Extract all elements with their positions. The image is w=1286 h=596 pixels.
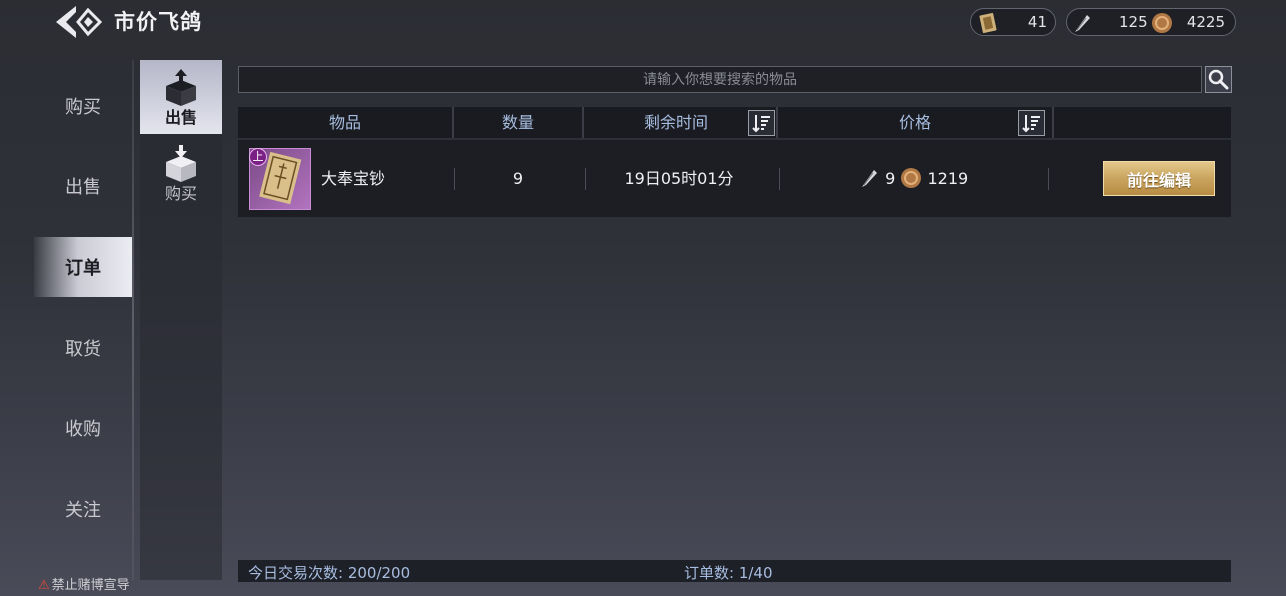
box-down-icon [166, 145, 196, 182]
copper-coin-icon [901, 167, 922, 188]
search-bar [238, 66, 1202, 93]
col-header-price: 价格 [898, 113, 931, 132]
copper-coin-icon [1151, 12, 1173, 34]
subnav-sell-label: 出售 [164, 108, 197, 127]
order-count: 订单数: 1/40 [684, 564, 773, 582]
nav-item-pickup[interactable]: 取货 [34, 318, 132, 378]
currency-ticket: 41 [970, 8, 1056, 36]
col-header-quantity: 数量 [501, 113, 534, 132]
scroll-ticket-icon [977, 12, 999, 34]
listed-tag: 上 [249, 148, 267, 166]
box-up-icon [166, 69, 196, 106]
subnav-sell-orders[interactable]: 出售 [140, 60, 222, 134]
sort-price-button[interactable] [1018, 110, 1045, 136]
item-quantity: 9 [512, 169, 524, 188]
coin-count: 4225 [1186, 13, 1225, 31]
feather-count: 125 [1119, 13, 1148, 31]
warning-icon: ⚠ [38, 578, 50, 593]
table-header: 物品 数量 剩余时间 价格 [238, 107, 1231, 138]
nav-item-sell[interactable]: 出售 [34, 156, 132, 216]
item-thumbnail[interactable]: 上 [249, 148, 311, 210]
ticket-count: 41 [1027, 13, 1047, 31]
col-header-remaining-time: 剩余时间 [643, 113, 708, 132]
item-name: 大奉宝钞 [321, 169, 386, 188]
status-footer: 今日交易次数: 200/200 订单数: 1/40 [238, 560, 1231, 582]
anti-gambling-notice: ⚠ 禁止赌博宣导 [38, 574, 130, 593]
sort-remaining-time-button[interactable] [748, 110, 775, 136]
nav-divider [132, 60, 134, 580]
anti-gambling-text: 禁止赌博宣导 [51, 578, 130, 593]
price-feather-value: 9 [885, 169, 896, 188]
feather-icon [1071, 12, 1093, 34]
nav-item-acquire[interactable]: 收购 [34, 398, 132, 458]
go-edit-button[interactable]: 前往编辑 [1103, 161, 1215, 196]
col-header-item: 物品 [328, 113, 361, 132]
search-input[interactable] [239, 67, 1201, 92]
cell-divider [1048, 168, 1049, 190]
page-title: 市价飞鸽 [114, 9, 202, 34]
subnav-buy-label: 购买 [164, 184, 197, 203]
order-type-panel: 出售 购买 [140, 60, 222, 580]
table-row[interactable]: 上 大奉宝钞 9 19日05时01分 9 1219 前往编辑 [238, 140, 1231, 217]
item-remaining-time: 19日05时01分 [624, 169, 734, 188]
price-coin-value: 1219 [927, 169, 969, 188]
search-icon [1208, 69, 1229, 90]
main-nav: 购买 出售 订单 取货 收购 关注 [34, 60, 134, 580]
item-price: 9 1219 [858, 140, 988, 217]
nav-item-buy[interactable]: 购买 [34, 76, 132, 136]
trades-today-count: 今日交易次数: 200/200 [248, 564, 411, 582]
nav-item-watchlist[interactable]: 关注 [34, 479, 132, 539]
sort-icon [1022, 115, 1040, 133]
cell-divider [779, 168, 780, 190]
nav-item-orders[interactable]: 订单 [34, 237, 132, 297]
top-bar: 市价飞鸽 41 125 4225 [0, 0, 1286, 44]
sort-icon [752, 115, 770, 133]
column-divider [1052, 107, 1054, 138]
search-button[interactable] [1205, 66, 1232, 93]
currency-feather-coin: 125 4225 [1066, 8, 1236, 36]
subnav-buy-orders[interactable]: 购买 [140, 136, 222, 210]
feather-icon [862, 169, 877, 187]
back-arrow-icon[interactable] [54, 2, 104, 42]
